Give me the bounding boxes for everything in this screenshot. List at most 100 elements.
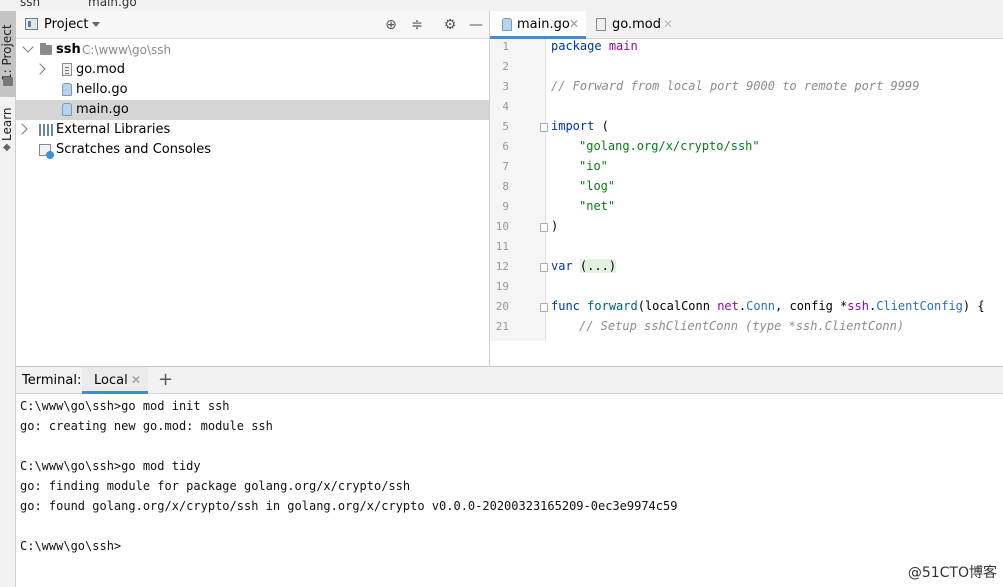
code-function-name: forward bbox=[587, 299, 638, 313]
tree-item-go-mod[interactable]: go.mod bbox=[16, 60, 489, 80]
code-package-ref: ssh bbox=[847, 299, 869, 313]
terminal-tab-label: Local bbox=[94, 373, 128, 388]
scratches-icon bbox=[39, 144, 54, 159]
go-file-icon bbox=[62, 103, 72, 116]
terminal-header: Terminal: Local ✕ + bbox=[16, 367, 1003, 394]
tree-item-hello-go[interactable]: hello.go bbox=[16, 80, 489, 100]
folder-icon bbox=[3, 77, 13, 86]
chevron-right-icon[interactable] bbox=[16, 123, 28, 135]
tree-item-label: main.go bbox=[76, 102, 129, 117]
terminal-prompt: C:\www\go\ssh> bbox=[20, 539, 122, 553]
library-icon bbox=[39, 124, 53, 136]
line-number: 21 bbox=[495, 320, 509, 333]
code-package-name: main bbox=[608, 39, 638, 53]
terminal-tab-local[interactable]: Local ✕ bbox=[82, 367, 148, 394]
chevron-down-icon[interactable] bbox=[22, 41, 34, 53]
code-keyword: package bbox=[551, 39, 602, 53]
line-number: 4 bbox=[502, 100, 509, 113]
line-number: 3 bbox=[502, 80, 509, 93]
mod-file-icon bbox=[596, 18, 606, 31]
line-number: 19 bbox=[495, 280, 509, 293]
code-string: "golang.org/x/crypto/ssh" bbox=[579, 139, 760, 153]
folder-icon bbox=[40, 43, 52, 55]
code-line: package main bbox=[551, 39, 638, 53]
project-view-selector[interactable]: Project bbox=[44, 17, 88, 32]
close-icon[interactable]: ✕ bbox=[569, 17, 579, 31]
folded-code-region[interactable]: (...) bbox=[579, 259, 617, 273]
tree-item-external-libraries[interactable]: External Libraries bbox=[16, 120, 489, 140]
tab-label: go.mod bbox=[612, 17, 661, 32]
minimize-icon[interactable]: — bbox=[467, 16, 485, 34]
line-number: 10 bbox=[495, 220, 509, 233]
tree-item-label: Scratches and Consoles bbox=[56, 142, 212, 157]
line-number: 11 bbox=[495, 240, 509, 253]
navigation-bar: ssh main.go bbox=[0, 0, 1003, 11]
code-text: ) bbox=[551, 219, 559, 233]
code-text: ( bbox=[594, 119, 609, 133]
fold-marker-icon[interactable] bbox=[540, 303, 548, 312]
line-number: 8 bbox=[502, 180, 509, 193]
tree-item-label: External Libraries bbox=[56, 122, 171, 137]
line-number: 7 bbox=[502, 160, 509, 173]
mod-file-icon bbox=[62, 63, 72, 76]
go-file-icon bbox=[62, 83, 72, 96]
line-number: 5 bbox=[502, 120, 509, 133]
terminal-output[interactable]: C:\www\go\ssh>go mod init ssh go: creati… bbox=[16, 395, 1003, 587]
code-package-ref: net bbox=[717, 299, 739, 313]
tool-tab-learn[interactable]: Learn ◆ bbox=[0, 101, 16, 161]
tool-tab-learn-label: Learn bbox=[0, 107, 14, 141]
tree-item-ssh[interactable]: ssh C:\www\go\ssh bbox=[16, 40, 489, 60]
code-line: var (...) bbox=[551, 259, 617, 273]
tab-go-mod[interactable]: go.mod ✕ bbox=[586, 11, 678, 39]
go-file-icon bbox=[502, 18, 512, 31]
tree-item-label: ssh bbox=[56, 42, 81, 57]
fold-marker-icon[interactable] bbox=[540, 263, 548, 272]
line-number: 12 bbox=[495, 260, 509, 273]
code-line: import ( bbox=[551, 119, 609, 133]
code-string: "net" bbox=[579, 199, 616, 213]
learn-icon: ◆ bbox=[3, 142, 11, 153]
line-number-gutter: 1 2 3 4 5 6 7 8 9 10 11 12 19 20 21 bbox=[490, 39, 546, 341]
line-number: 9 bbox=[502, 200, 509, 213]
editor-tab-bar: main.go ✕ go.mod ✕ bbox=[490, 11, 1003, 39]
plus-icon[interactable]: + bbox=[158, 369, 173, 390]
code-text: ) { bbox=[962, 299, 985, 313]
chevron-right-icon[interactable] bbox=[34, 63, 46, 75]
close-icon[interactable]: ✕ bbox=[663, 17, 673, 31]
target-icon[interactable]: ⊕ bbox=[382, 16, 400, 34]
code-type: Conn bbox=[746, 299, 776, 313]
breadcrumb-item[interactable]: main.go bbox=[88, 0, 137, 9]
tab-main-go[interactable]: main.go ✕ bbox=[490, 11, 586, 39]
tree-item-path: C:\www\go\ssh bbox=[82, 43, 172, 57]
code-comment: // Setup sshClientConn (type *ssh.Client… bbox=[579, 319, 905, 333]
tree-item-main-go[interactable]: main.go bbox=[16, 100, 489, 120]
terminal-line: C:\www\go\ssh>go mod tidy bbox=[20, 459, 201, 473]
tree-item-label: go.mod bbox=[76, 62, 125, 77]
code-line: func forward(localConn net.Conn, config … bbox=[551, 299, 985, 313]
line-number: 2 bbox=[502, 60, 509, 73]
tab-label: main.go bbox=[517, 17, 570, 32]
code-type: ClientConfig bbox=[876, 299, 963, 313]
gear-icon[interactable]: ⚙ bbox=[441, 16, 459, 34]
code-comment: // Forward from local port 9000 to remot… bbox=[551, 79, 920, 93]
terminal-line: go: creating new go.mod: module ssh bbox=[20, 419, 273, 433]
close-icon[interactable]: ✕ bbox=[131, 373, 141, 387]
line-number: 1 bbox=[502, 40, 509, 53]
code-editor[interactable]: 1 2 3 4 5 6 7 8 9 10 11 12 19 20 21 pack… bbox=[490, 39, 1003, 341]
chevron-down-icon[interactable] bbox=[92, 22, 100, 27]
code-string: "log" bbox=[579, 179, 616, 193]
tool-tab-project[interactable]: 1: Project bbox=[0, 11, 16, 97]
code-keyword: var bbox=[551, 259, 573, 273]
collapse-icon[interactable]: ≑ bbox=[408, 16, 426, 34]
project-panel-header: Project ⊕ ≑ ⚙ — bbox=[16, 11, 489, 39]
tree-item-scratches[interactable]: Scratches and Consoles bbox=[16, 140, 489, 160]
tool-tab-project-label: 1: Project bbox=[0, 24, 14, 81]
left-tool-strip: 1: Project Learn ◆ bbox=[0, 11, 16, 587]
tree-item-label: hello.go bbox=[76, 82, 128, 97]
fold-marker-icon[interactable] bbox=[540, 123, 548, 132]
project-icon bbox=[25, 18, 38, 30]
code-text: , config * bbox=[775, 299, 848, 313]
fold-marker-icon[interactable] bbox=[540, 223, 548, 232]
breadcrumb-item[interactable]: ssh bbox=[20, 0, 40, 9]
terminal-line: go: found golang.org/x/crypto/ssh in gol… bbox=[20, 499, 678, 513]
